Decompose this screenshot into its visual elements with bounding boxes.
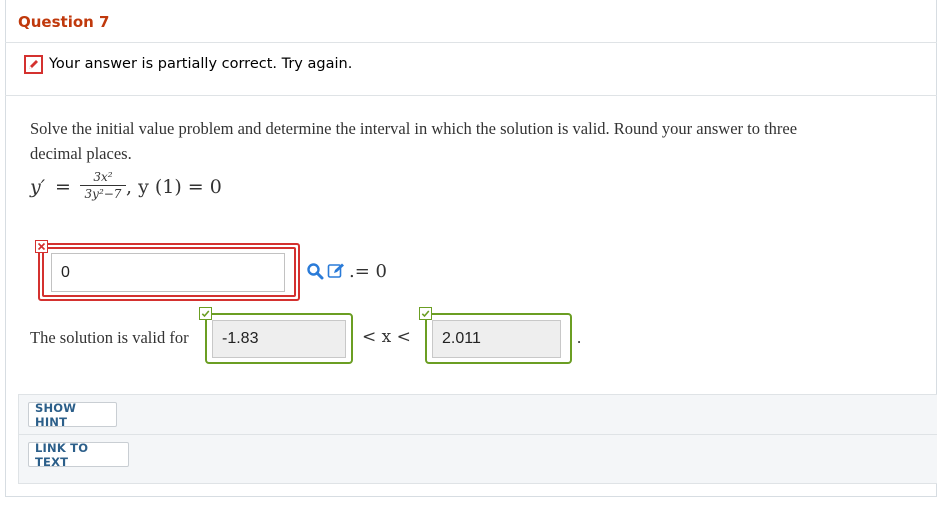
edit-icon[interactable] <box>327 262 347 280</box>
feedback-banner: Your answer is partially correct. Try ag… <box>24 53 352 75</box>
pencil-icon <box>24 54 43 74</box>
feedback-message: Your answer is partially correct. Try ag… <box>49 56 353 72</box>
divider <box>5 95 937 96</box>
equation-fraction: 3x² 3y²−7 <box>80 170 126 201</box>
equation-tools: .= 0 <box>306 259 387 283</box>
initial-condition: , y (1) = 0 <box>126 176 222 198</box>
divider <box>5 42 937 43</box>
divider <box>18 434 937 435</box>
upper-bound-input[interactable]: 2.011 <box>432 320 561 358</box>
fraction-denominator: 3y²−7 <box>84 187 122 201</box>
link-to-text-button[interactable]: LINK TO TEXT <box>28 441 129 469</box>
show-hint-button[interactable]: SHOW HINT <box>28 401 117 429</box>
equation-lhs: y′ <box>30 176 46 198</box>
search-icon[interactable] <box>306 262 324 280</box>
inequality-text: < x < <box>362 327 411 347</box>
lower-bound-input[interactable]: -1.83 <box>212 320 346 358</box>
question-title: Question 7 <box>18 13 110 31</box>
fraction-numerator: 3x² <box>80 170 126 186</box>
interval-label: The solution is valid for <box>30 328 189 347</box>
problem-prompt: Solve the initial value problem and dete… <box>30 119 798 163</box>
checkmark-icon <box>419 307 432 320</box>
equation-equals: = <box>55 176 71 198</box>
answer-input[interactable]: 0 <box>51 253 285 292</box>
equals-zero-text: .= 0 <box>349 260 387 282</box>
checkmark-icon <box>199 307 212 320</box>
interval-period: . <box>577 328 582 347</box>
x-mark-icon <box>35 240 48 253</box>
hint-panel <box>18 394 937 484</box>
